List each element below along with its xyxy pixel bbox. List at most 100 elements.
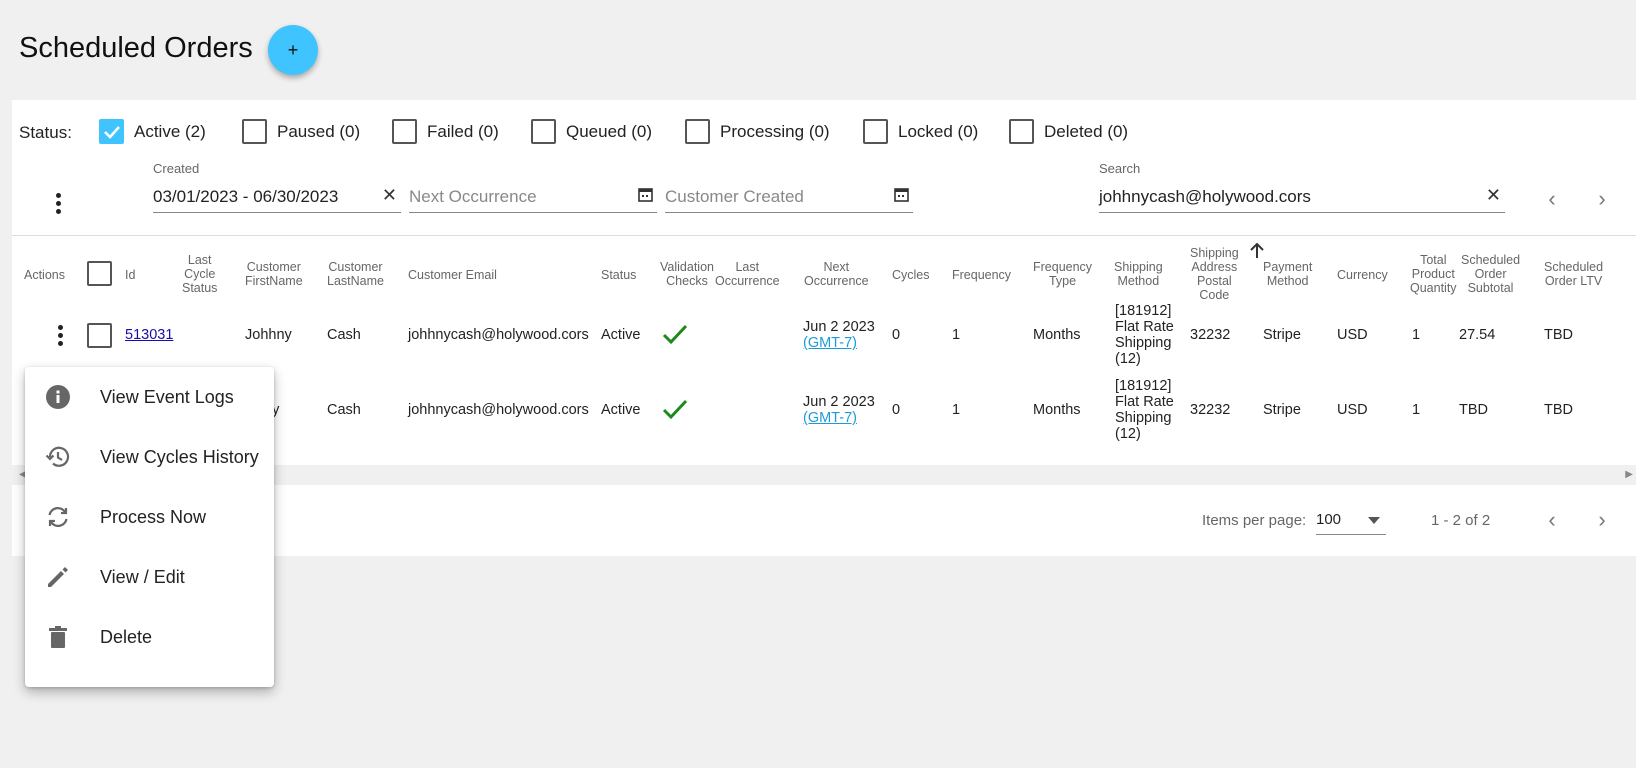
header-total-product-quantity[interactable]: Total Product Quantity xyxy=(1410,253,1457,295)
cell-frequency: 1 xyxy=(952,402,961,418)
created-label: Created xyxy=(153,161,200,176)
header-shipping-method[interactable]: Shipping Method xyxy=(1114,260,1163,288)
row-actions-button[interactable] xyxy=(48,322,72,348)
search-label: Search xyxy=(1099,161,1141,176)
trash-icon xyxy=(45,624,71,650)
header-shipping-postal-code[interactable]: Shipping Address Postal Code xyxy=(1190,246,1239,302)
menu-item-process-now[interactable]: Process Now xyxy=(25,487,274,547)
header-id[interactable]: Id xyxy=(125,268,135,282)
row-checkbox[interactable] xyxy=(87,323,112,348)
table-options-button[interactable] xyxy=(46,190,70,216)
arrow-up-icon[interactable] xyxy=(1250,242,1264,264)
close-icon[interactable]: ✕ xyxy=(1486,185,1501,206)
select-all-checkbox[interactable] xyxy=(87,261,112,286)
filter-bar: Status: Active (2) Paused (0) Failed (0)… xyxy=(12,100,1636,237)
menu-label: Process Now xyxy=(100,506,207,527)
header-validation-checks[interactable]: Validation Checks xyxy=(660,260,714,288)
status-label-failed: Failed (0) xyxy=(427,121,499,141)
header-currency[interactable]: Currency xyxy=(1337,268,1388,282)
header-cycles[interactable]: Cycles xyxy=(892,268,930,282)
order-id-link[interactable]: 513031 xyxy=(125,327,173,343)
header-scheduled-order-ltv[interactable]: Scheduled Order LTV xyxy=(1544,260,1603,288)
calendar-icon[interactable] xyxy=(638,187,653,207)
plus-icon: + xyxy=(287,39,299,60)
created-date-range-field[interactable]: Created 03/01/2023 - 06/30/2023 ✕ xyxy=(153,161,401,213)
customer-created-field[interactable]: Customer Created xyxy=(665,187,913,213)
cell-frequency: 1 xyxy=(952,327,961,343)
timezone-link[interactable]: (GMT-7) xyxy=(803,335,875,351)
next-page-arrow-icon[interactable]: › xyxy=(1588,185,1616,213)
header-next-occurrence[interactable]: Next Occurrence xyxy=(804,260,869,288)
header-scheduled-order-subtotal[interactable]: Scheduled Order Subtotal xyxy=(1461,253,1520,295)
status-checkbox-processing[interactable]: Processing (0) xyxy=(685,119,830,144)
header-status[interactable]: Status xyxy=(601,268,636,282)
next-occurrence-field[interactable]: Next Occurrence xyxy=(409,187,657,213)
status-checkbox-queued[interactable]: Queued (0) xyxy=(531,119,652,144)
menu-item-delete[interactable]: Delete xyxy=(25,607,274,667)
divider xyxy=(12,235,1636,236)
checkbox-icon[interactable] xyxy=(531,119,556,144)
cell-status: Active xyxy=(601,402,641,418)
next-occurrence-input[interactable]: Next Occurrence xyxy=(409,187,537,207)
cell-ltv: TBD xyxy=(1544,327,1573,343)
add-order-button[interactable]: + xyxy=(268,25,318,75)
next-page-arrow-icon[interactable]: › xyxy=(1588,506,1616,534)
checkbox-icon[interactable] xyxy=(863,119,888,144)
menu-label: View / Edit xyxy=(100,566,185,587)
checkbox-icon[interactable] xyxy=(685,119,710,144)
more-vert-icon xyxy=(57,324,63,330)
status-filter-label: Status: xyxy=(19,123,72,142)
cell-currency: USD xyxy=(1337,402,1368,418)
status-checkbox-locked[interactable]: Locked (0) xyxy=(863,119,978,144)
created-date-range-input[interactable]: 03/01/2023 - 06/30/2023 xyxy=(153,187,338,207)
header-customer-email[interactable]: Customer Email xyxy=(408,268,497,282)
search-field[interactable]: Search johhnycash@holywood.cors ✕ xyxy=(1099,161,1505,213)
customer-created-input[interactable]: Customer Created xyxy=(665,187,804,207)
menu-item-view-event-logs[interactable]: View Event Logs xyxy=(25,367,274,427)
checkbox-icon[interactable] xyxy=(242,119,267,144)
menu-item-view-edit[interactable]: View / Edit xyxy=(25,547,274,607)
menu-label: View Cycles History xyxy=(100,446,259,467)
check-icon xyxy=(662,398,688,420)
items-per-page-value: 100 xyxy=(1316,511,1342,528)
header-frequency-type[interactable]: Frequency Type xyxy=(1033,260,1092,288)
prev-page-arrow-icon[interactable]: ‹ xyxy=(1538,185,1566,213)
header-payment-method[interactable]: Payment Method xyxy=(1263,260,1312,288)
checkbox-icon[interactable] xyxy=(87,323,112,348)
status-checkbox-paused[interactable]: Paused (0) xyxy=(242,119,360,144)
checkbox-icon[interactable] xyxy=(392,119,417,144)
cell-subtotal: TBD xyxy=(1459,402,1488,418)
cell-lastname: Cash xyxy=(327,402,361,418)
status-checkbox-deleted[interactable]: Deleted (0) xyxy=(1009,119,1128,144)
header-customer-lastname[interactable]: Customer LastName xyxy=(327,260,384,288)
header-last-cycle-status[interactable]: Last Cycle Status xyxy=(182,253,217,295)
prev-page-arrow-icon[interactable]: ‹ xyxy=(1538,506,1566,534)
cell-status: Active xyxy=(601,327,641,343)
scroll-right-icon[interactable]: ▶ xyxy=(1625,469,1633,480)
calendar-icon[interactable] xyxy=(894,187,909,207)
cell-email: johhnycash@holywood.cors xyxy=(408,327,589,343)
close-icon[interactable]: ✕ xyxy=(382,185,397,206)
menu-item-view-cycles-history[interactable]: View Cycles History xyxy=(25,427,274,487)
cell-subtotal: 27.54 xyxy=(1459,327,1496,343)
checkbox-checked-icon[interactable] xyxy=(99,119,124,144)
search-input[interactable]: johhnycash@holywood.cors xyxy=(1099,187,1311,207)
status-label-paused: Paused (0) xyxy=(277,121,361,141)
items-per-page-select[interactable]: 100 xyxy=(1316,507,1386,535)
status-checkbox-failed[interactable]: Failed (0) xyxy=(392,119,499,144)
header-frequency[interactable]: Frequency xyxy=(952,268,1011,282)
checkbox-icon[interactable] xyxy=(87,261,112,286)
cell-frequency-type: Months xyxy=(1033,327,1081,343)
cell-firstname: Johhny xyxy=(245,327,292,343)
status-label-processing: Processing (0) xyxy=(720,121,830,141)
status-checkbox-active[interactable]: Active (2) xyxy=(99,119,206,144)
header-customer-firstname[interactable]: Customer FirstName xyxy=(245,260,303,288)
cell-frequency-type: Months xyxy=(1033,402,1081,418)
menu-label: Delete xyxy=(100,626,153,647)
cell-shipping-method: [181912] Flat Rate Shipping (12) xyxy=(1115,303,1174,367)
checkbox-icon[interactable] xyxy=(1009,119,1034,144)
header-last-occurrence[interactable]: Last Occurrence xyxy=(715,260,780,288)
cell-ltv: TBD xyxy=(1544,402,1573,418)
timezone-link[interactable]: (GMT-7) xyxy=(803,410,875,426)
items-per-page-label: Items per page: xyxy=(1202,512,1307,529)
